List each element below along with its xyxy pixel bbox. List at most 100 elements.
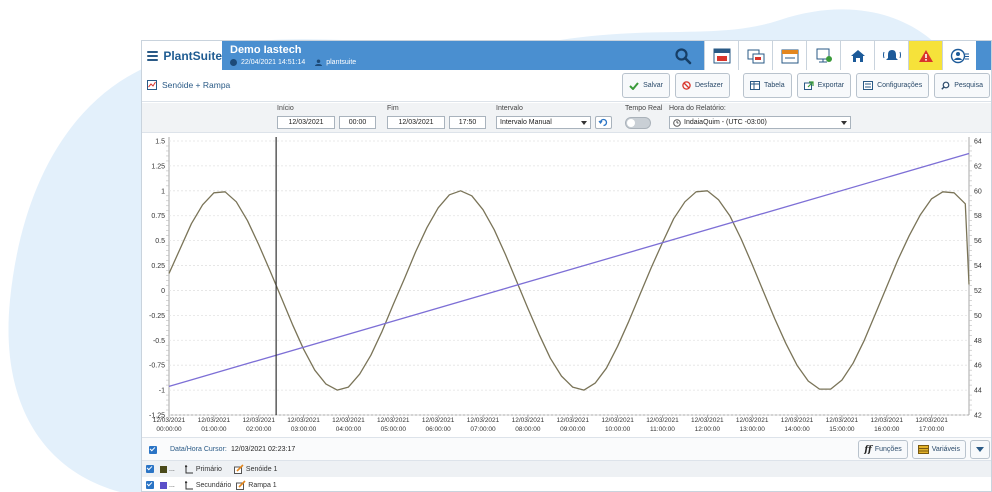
chevron-down-icon [581, 121, 587, 125]
x-tick-time: 16:00:00 [874, 426, 900, 433]
header-bar: Demo Iastech 22/04/2021 14:51:14 plantsu… [222, 41, 991, 70]
report-tool-button[interactable] [704, 41, 738, 70]
x-tick-time: 15:00:00 [829, 426, 855, 433]
view-toolbar: Senóide + Rampa Salvar Desfazer Tabela E… [142, 70, 991, 102]
y-left-tick-label: 0.75 [151, 213, 165, 220]
header-user: plantsuite [326, 59, 357, 66]
x-tick-date: 12/03/2021 [512, 417, 545, 424]
cursor-label: Data/Hora Cursor: [170, 446, 227, 453]
expand-button[interactable] [970, 440, 990, 459]
end-date-input[interactable]: 12/03/2021 [387, 116, 445, 129]
x-tick-time: 03:00:00 [291, 426, 317, 433]
x-tick-date: 12/03/2021 [287, 417, 320, 424]
x-tick-date: 12/03/2021 [691, 417, 724, 424]
export-icon [803, 81, 814, 90]
interval-select[interactable]: Intervalo Manual [496, 116, 591, 129]
refresh-button[interactable] [595, 116, 612, 129]
home-button[interactable] [840, 41, 874, 70]
report-icon [713, 48, 730, 63]
y-axis-right: 64 62 60 58 56 54 52 50 48 46 44 42 [969, 139, 982, 420]
menu-icon[interactable] [147, 50, 159, 61]
alarms-button[interactable] [874, 41, 908, 70]
x-tick-date: 12/03/2021 [422, 417, 455, 424]
cursor-value: 12/03/2021 02:23:17 [231, 446, 296, 453]
cancel-icon [682, 81, 691, 90]
x-tick-time: 17:00:00 [919, 426, 945, 433]
end-time-input[interactable]: 17:50 [449, 116, 486, 129]
view-title: Senóide + Rampa [162, 80, 231, 90]
magnifier-icon [941, 81, 950, 90]
profile-button[interactable] [942, 41, 976, 70]
brand-area: PlantSuite [142, 41, 222, 70]
series-checkbox[interactable] [146, 481, 154, 489]
chevron-down-icon [841, 121, 847, 125]
chart-series [168, 152, 970, 391]
y-left-tick-label: 0 [161, 288, 165, 295]
x-tick-date: 12/03/2021 [601, 417, 634, 424]
x-tick-time: 05:00:00 [381, 426, 407, 433]
table-button[interactable]: Tabela [742, 73, 792, 98]
export-button[interactable]: Exportar [796, 73, 852, 98]
calendar-tool-button[interactable] [772, 41, 806, 70]
realtime-label: Tempo Real [625, 105, 663, 112]
x-tick-date: 12/03/2021 [826, 417, 859, 424]
start-label: Início [277, 105, 294, 112]
y-right-tick-label: 42 [974, 413, 982, 420]
function-icon: ff [864, 444, 872, 455]
start-time-input[interactable]: 00:00 [339, 116, 376, 129]
variables-icon [917, 445, 929, 454]
y-left-tick-label: -0.75 [149, 363, 165, 370]
start-date-input[interactable]: 12/03/2021 [277, 116, 335, 129]
settings-button[interactable]: Configurações [856, 73, 930, 98]
header-tools [704, 41, 976, 70]
y-left-tick-label: 0.25 [151, 263, 165, 270]
export-label: Exportar [817, 82, 845, 89]
trend-chart[interactable]: 1.51.2510.750.50.250-0.25-0.5-0.75-1-1.2… [142, 133, 992, 437]
screens-tool-button[interactable] [738, 41, 772, 70]
report-hour-label: Hora do Relatório: [669, 105, 726, 112]
warning-icon [918, 49, 933, 62]
variables-button[interactable]: Variáveis [911, 440, 966, 459]
table-icon [749, 81, 760, 90]
series-color-swatch[interactable] [160, 481, 167, 489]
series-row[interactable]: ... Primário Senóide 1 [142, 461, 991, 477]
series-checkbox[interactable] [146, 465, 154, 473]
series-axis: Secundário [195, 481, 232, 489]
timezone-icon [673, 119, 681, 127]
series-name: Rampa 1 [248, 481, 277, 489]
search-icon[interactable] [674, 47, 692, 65]
y-right-tick-label: 48 [974, 338, 982, 345]
toggle-knob [627, 119, 635, 127]
x-tick-time: 08:00:00 [515, 426, 541, 433]
search-button[interactable]: Pesquisa [934, 73, 990, 98]
x-tick-date: 12/03/2021 [915, 417, 948, 424]
x-tick-time: 01:00:00 [201, 426, 227, 433]
series-color-swatch[interactable] [160, 465, 167, 473]
search-label: Pesquisa [954, 82, 983, 89]
settings-label: Configurações [877, 82, 923, 89]
interval-value: Intervalo Manual [500, 119, 552, 126]
y-left-tick-label: -0.5 [153, 338, 165, 345]
x-tick-date: 12/03/2021 [870, 417, 903, 424]
x-tick-date: 12/03/2021 [781, 417, 814, 424]
series-more[interactable]: ... [169, 482, 175, 489]
series-more[interactable]: ... [169, 466, 175, 473]
x-tick-time: 10:00:00 [605, 426, 631, 433]
tag-edit-icon[interactable] [233, 464, 244, 474]
y-right-tick-label: 64 [974, 139, 982, 146]
x-tick-time: 13:00:00 [740, 426, 766, 433]
functions-button[interactable]: ff Funções [858, 440, 908, 459]
realtime-toggle[interactable] [625, 117, 651, 129]
check-icon [629, 81, 639, 90]
series-row[interactable]: ... Secundário Rampa 1 [142, 477, 991, 491]
trend-view-icon [147, 80, 157, 90]
warnings-button[interactable] [908, 41, 942, 70]
tag-edit-icon[interactable] [236, 480, 246, 490]
monitor-tool-button[interactable] [806, 41, 840, 70]
cursor-checkbox[interactable] [149, 446, 157, 454]
report-hour-select[interactable]: IndaiaQuim - (UTC -03:00) [669, 116, 851, 129]
x-tick-date: 12/03/2021 [332, 417, 365, 424]
save-button[interactable]: Salvar [622, 73, 670, 98]
undo-button[interactable]: Desfazer [674, 73, 730, 98]
x-tick-time: 00:00:00 [156, 426, 182, 433]
